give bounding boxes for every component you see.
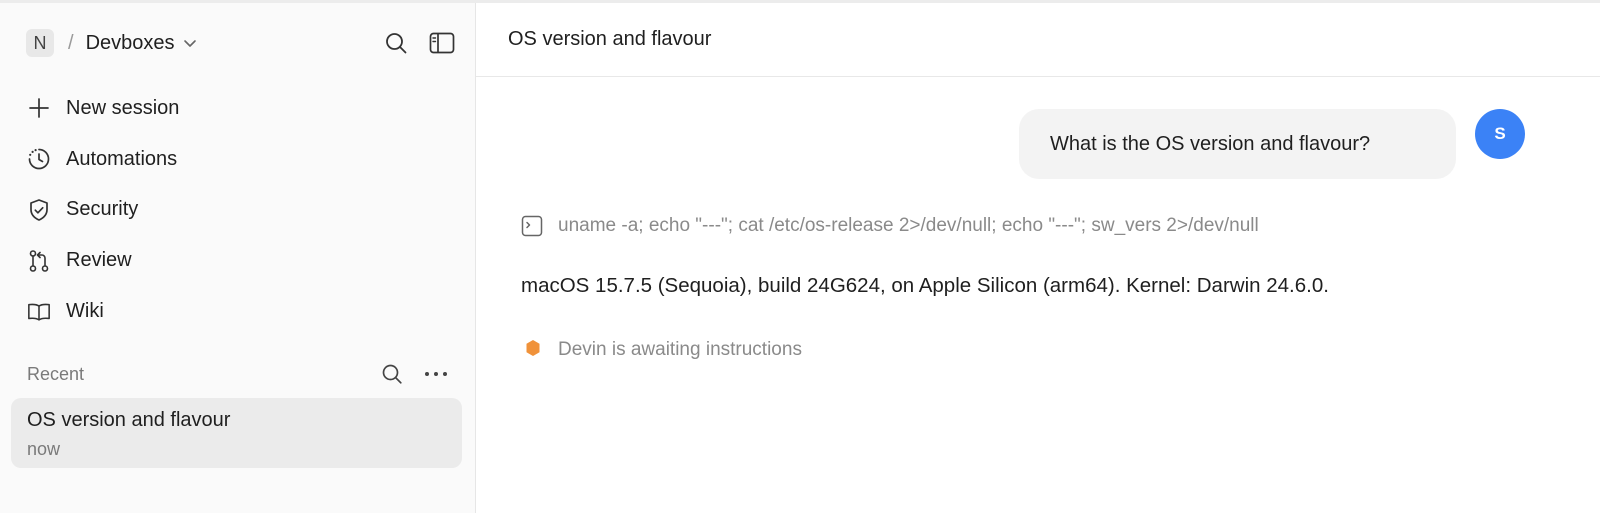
page-title: OS version and flavour [508,28,712,50]
sidebar-item-automations[interactable]: Automations [14,134,464,185]
workspace-actions [382,28,456,58]
sidebar-toggle-icon[interactable] [428,29,456,57]
sidebar-nav: New session Automations Security Review … [14,83,464,337]
chevron-down-icon[interactable] [183,36,197,50]
more-options-icon[interactable] [422,360,450,388]
recent-session-title: OS version and flavour [27,409,231,431]
sidebar-item-label: New session [66,96,180,119]
status-text: Devin is awaiting instructions [558,339,802,360]
terminal-icon [521,215,543,237]
plus-icon [27,96,51,120]
sidebar-item-label: Automations [66,147,178,170]
workspace-avatar[interactable]: N [26,29,54,57]
git-pull-request-icon [27,249,51,273]
search-icon[interactable] [382,29,410,57]
recent-session-item[interactable]: OS version and flavour now [11,398,462,468]
recent-actions [378,360,450,388]
sidebar-item-new-session[interactable]: New session [14,83,464,134]
workspace-header: N / Devboxes [26,28,456,58]
hexagon-icon [525,339,541,362]
sidebar: N / Devboxes New session Automations Sec… [0,3,476,513]
sidebar-item-wiki[interactable]: Wiki [14,286,464,337]
command-row[interactable]: uname -a; echo "---"; cat /etc/os-releas… [521,213,1259,239]
workspace-name[interactable]: Devboxes [86,32,175,55]
avatar[interactable]: S [1475,109,1525,159]
recent-session-time: now [27,439,61,459]
command-text: uname -a; echo "---"; cat /etc/os-releas… [558,215,1259,236]
recent-section-header: Recent [27,360,450,388]
search-icon[interactable] [378,360,406,388]
main-header: OS version and flavour [476,3,1600,77]
sidebar-item-security[interactable]: Security [14,185,464,236]
sidebar-item-label: Security [66,198,139,221]
assistant-answer: macOS 15.7.5 (Sequoia), build 24G624, on… [521,274,1329,297]
sidebar-item-review[interactable]: Review [14,235,464,286]
status-row: Devin is awaiting instructions [525,337,802,363]
user-message-bubble: What is the OS version and flavour? [1019,109,1456,179]
clock-icon [27,147,51,171]
recent-label: Recent [27,363,85,384]
main-panel: OS version and flavour What is the OS ve… [476,3,1600,513]
book-icon [27,300,51,324]
sidebar-item-label: Wiki [66,300,104,323]
sidebar-item-label: Review [66,249,132,272]
breadcrumb-separator: / [68,31,74,54]
shield-check-icon [27,198,51,222]
